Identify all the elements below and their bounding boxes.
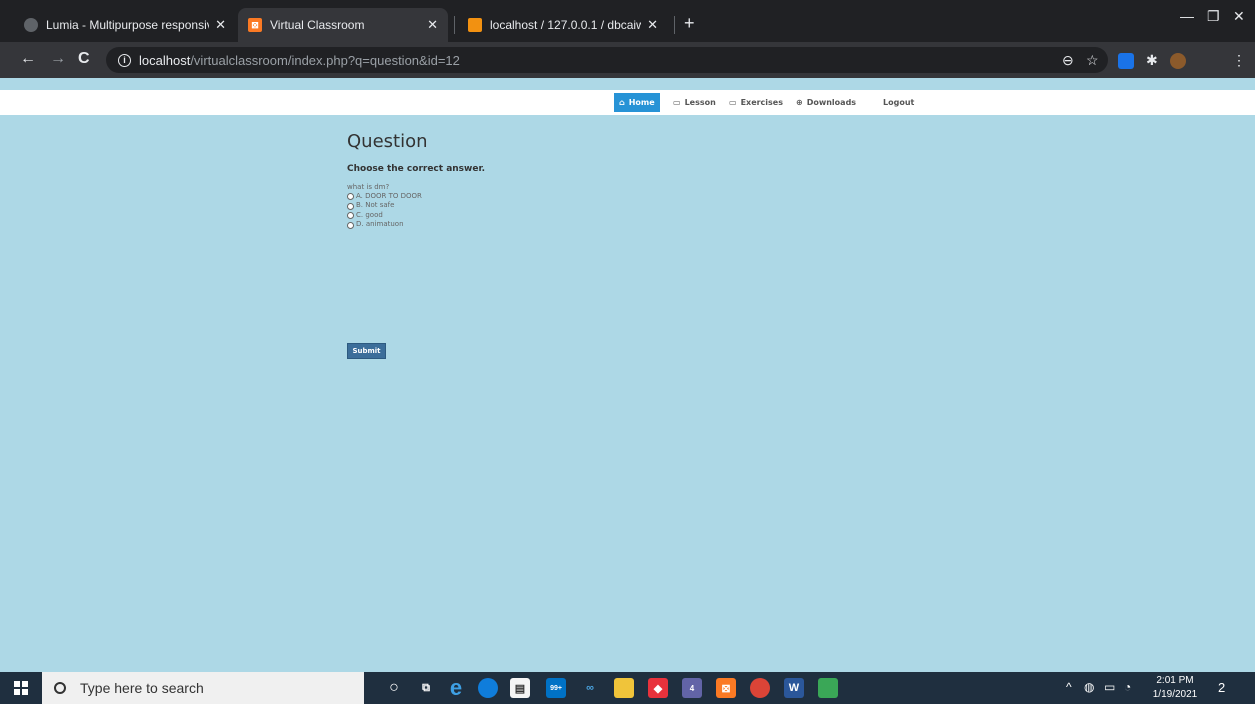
xampp-icon[interactable]: ⊠ (716, 678, 736, 698)
notification-count: 2 (1218, 680, 1226, 695)
nav-exercises[interactable]: ▭ Exercises (729, 90, 783, 115)
globe-icon (24, 18, 38, 32)
question-panel: Question Choose the correct answer. what… (347, 131, 847, 229)
close-icon[interactable]: ✕ (215, 17, 226, 33)
option-label: B. Not safe (356, 201, 395, 210)
extension-icon[interactable] (1118, 53, 1134, 69)
xampp-icon: ⊠ (248, 18, 262, 32)
cortana-icon[interactable]: ○ (384, 678, 404, 698)
taskbar-search[interactable]: Type here to search (42, 672, 364, 704)
option-label: C. good (356, 210, 383, 219)
url-host: localhost (139, 52, 191, 68)
infinity-icon[interactable]: ∞ (580, 678, 600, 698)
reload-icon[interactable]: C (78, 50, 90, 68)
radio-button[interactable] (347, 202, 354, 210)
nav-home-label: Home (628, 98, 655, 107)
option-d[interactable]: D. animatuon (347, 220, 847, 230)
close-icon[interactable]: ✕ (427, 17, 438, 33)
search-placeholder: Type here to search (80, 680, 204, 696)
restore-icon[interactable]: ❐ (1207, 8, 1220, 25)
tab-title: Virtual Classroom (270, 18, 365, 32)
url-path: /virtualclassroom/index.php?q=question&i… (190, 52, 460, 68)
radio-button[interactable] (347, 193, 354, 201)
teams-badge: 4 (689, 683, 695, 693)
chevron-up-icon[interactable]: ^ (1066, 680, 1072, 694)
back-icon[interactable]: ← (20, 50, 36, 68)
phpmyadmin-icon (468, 18, 482, 32)
page-content: ⌂ Home ▭ Lesson ▭ Exercises ⊕ Downloads Logo… (0, 78, 1255, 672)
teams-icon[interactable]: 4 (682, 678, 702, 698)
list-icon: ▭ (673, 98, 681, 107)
mail-icon[interactable]: 99+ (546, 678, 566, 698)
option-c[interactable]: C. good (347, 210, 847, 220)
nav-lesson[interactable]: ▭ Lesson (673, 90, 716, 115)
windows-start-icon[interactable] (14, 681, 28, 695)
radio-button[interactable] (347, 212, 354, 220)
home-icon: ⌂ (619, 98, 625, 107)
onedrive-icon[interactable]: ◍ (1084, 680, 1094, 694)
address-bar[interactable]: i localhost/virtualclassroom/index.php?q… (106, 47, 1108, 73)
nav-logout-label: Logout (883, 98, 915, 107)
browser-tab-bar: Lumia - Multipurpose responsive ✕ ⊠ Virt… (0, 0, 1255, 42)
clock-time: 2:01 PM (1156, 675, 1194, 686)
list-icon: ▭ (729, 98, 737, 107)
close-window-icon[interactable]: ✕ (1233, 8, 1245, 25)
store-icon[interactable]: ▤ (510, 678, 530, 698)
edge-icon[interactable] (478, 678, 498, 698)
chrome-icon[interactable] (750, 678, 770, 698)
puzzle-icon[interactable]: ✱ (1146, 52, 1158, 69)
radio-button[interactable] (347, 221, 354, 229)
new-tab-button[interactable]: + (684, 14, 695, 32)
taskbar-clock[interactable]: 2:01 PM 1/19/2021 (1150, 674, 1200, 702)
nav-downloads[interactable]: ⊕ Downloads (796, 90, 856, 115)
nav-home[interactable]: ⌂ Home (614, 93, 660, 112)
question-text: what is dm? (347, 183, 390, 191)
tab-lumia[interactable]: Lumia - Multipurpose responsive ✕ (14, 8, 236, 42)
notification-icon[interactable]: 2 (1218, 680, 1225, 695)
avatar[interactable] (1170, 53, 1186, 69)
menu-dots-icon[interactable]: ⋮ (1232, 52, 1246, 69)
nav-downloads-label: Downloads (806, 98, 857, 107)
zoom-icon[interactable]: ⊖ (1062, 52, 1074, 69)
tab-separator (454, 16, 455, 34)
info-icon[interactable]: i (118, 53, 131, 67)
nav-lesson-label: Lesson (684, 98, 716, 107)
tab-title: localhost / 127.0.0.1 / dbcaiwl / t (490, 18, 642, 32)
file-explorer-icon[interactable] (614, 678, 634, 698)
download-icon: ⊕ (796, 98, 803, 107)
question-instruction: Choose the correct answer. (347, 164, 486, 174)
browser-toolbar: ← → C i localhost/virtualclassroom/index… (0, 42, 1255, 78)
mail-badge: 99+ (550, 684, 562, 692)
site-nav: ⌂ Home ▭ Lesson ▭ Exercises ⊕ Downloads Logo… (0, 90, 1255, 115)
nav-logout[interactable]: Logout (883, 90, 914, 115)
nav-exercises-label: Exercises (740, 98, 783, 107)
windows-taskbar: Type here to search ○ ⧉ e ▤ 99+ ∞ ◆ 4 ⊠ … (0, 672, 1255, 704)
tab-virtual-classroom[interactable]: ⊠ Virtual Classroom ✕ (238, 8, 448, 42)
tab-separator (674, 16, 675, 34)
minimize-icon[interactable]: — (1180, 8, 1194, 24)
close-icon[interactable]: ✕ (647, 17, 658, 33)
tab-phpmyadmin[interactable]: localhost / 127.0.0.1 / dbcaiwl / t ✕ (458, 8, 668, 42)
option-a[interactable]: A. DOOR TO DOOR (347, 191, 847, 201)
option-b[interactable]: B. Not safe (347, 201, 847, 211)
word-icon[interactable]: W (784, 678, 804, 698)
ie-icon[interactable]: e (446, 675, 466, 700)
submit-button[interactable]: Submit (347, 343, 386, 359)
tab-title: Lumia - Multipurpose responsive (46, 18, 210, 32)
bookmark-star-icon[interactable]: ☆ (1086, 52, 1099, 69)
clock-date: 1/19/2021 (1152, 689, 1198, 700)
notepad-icon[interactable] (818, 678, 838, 698)
option-label: A. DOOR TO DOOR (356, 191, 422, 200)
task-view-icon[interactable]: ⧉ (416, 678, 436, 698)
anydesk-icon[interactable]: ◆ (648, 678, 668, 698)
option-label: D. animatuon (356, 220, 404, 229)
wifi-icon[interactable]: ◔ (1124, 680, 1131, 694)
page-title: Question (347, 131, 428, 152)
search-icon (54, 682, 66, 694)
battery-icon[interactable]: ▭ (1104, 680, 1115, 694)
forward-icon[interactable]: → (50, 50, 66, 68)
